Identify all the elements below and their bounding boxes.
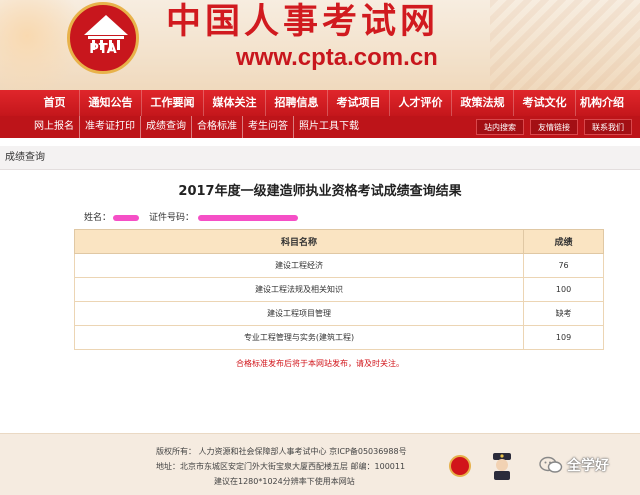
score-cell: 76 [523, 253, 604, 278]
sub-nav-buttons: 站内搜索 友情链接 联系我们 [476, 119, 632, 135]
id-redaction [198, 215, 299, 221]
sub-nav-online-registration[interactable]: 网上报名 [34, 116, 80, 138]
name-redaction [113, 215, 140, 221]
sub-nav-admission-ticket[interactable]: 准考证打印 [80, 116, 141, 138]
name-label: 姓名： [84, 213, 112, 223]
subject-cell: 建设工程法规及相关知识 [73, 277, 525, 302]
wechat-icon [539, 456, 563, 473]
table-header-row: 科目名称 成绩 [73, 229, 604, 254]
header-subject: 科目名称 [73, 229, 525, 254]
subject-cell: 专业工程管理与实务(建筑工程) [73, 325, 525, 350]
table-row: 建设工程项目管理 缺考 [73, 301, 604, 326]
table-row: 专业工程管理与实务(建筑工程) 109 [73, 325, 604, 350]
nav-item-home[interactable]: 首页 [30, 90, 80, 116]
nav-item-policies[interactable]: 政策法规 [452, 90, 514, 116]
subject-cell: 建设工程项目管理 [73, 301, 525, 326]
score-table: 科目名称 成绩 建设工程经济 76 建设工程法规及相关知识 100 建设工程项目… [73, 229, 604, 350]
nav-item-talent-evaluation[interactable]: 人才评价 [390, 90, 452, 116]
main-navigation: 首页 通知公告 工作要闻 媒体关注 招聘信息 考试项目 人才评价 政策法规 考试… [0, 90, 640, 116]
pta-logo[interactable]: PTA [67, 2, 139, 74]
sub-nav-passing-standard[interactable]: 合格标准 [192, 116, 243, 138]
site-title: 中国人事考试网 [166, 1, 440, 42]
footer-address: 地址：北京市东城区安定门外大街宝泉大厦西配楼五层 邮编：100011 [156, 462, 406, 471]
footer-resolution: 建议在1280*1024分辨率下使用本网站 [214, 477, 355, 486]
watermark-text: 全学好 [567, 458, 609, 474]
section-header: 成绩查询 [0, 146, 640, 170]
sub-nav-links: 网上报名 准考证打印 成绩查询 合格标准 考生问答 照片工具下载 [0, 116, 364, 138]
sub-nav-photo-tool[interactable]: 照片工具下载 [294, 116, 364, 138]
site-url[interactable]: www.cpta.com.cn [236, 44, 476, 72]
subject-cell: 建设工程经济 [73, 253, 525, 278]
table-row: 建设工程法规及相关知识 100 [73, 277, 604, 302]
contact-us-button[interactable]: 联系我们 [584, 119, 632, 135]
score-cell: 缺考 [523, 301, 604, 326]
logo-text: PTA [89, 42, 117, 57]
friendly-links-button[interactable]: 友情链接 [530, 119, 578, 135]
emblem-icon[interactable] [449, 455, 471, 477]
nav-item-media[interactable]: 媒体关注 [204, 90, 266, 116]
site-search-button[interactable]: 站内搜索 [476, 119, 524, 135]
header-score: 成绩 [523, 229, 604, 254]
nav-item-notices[interactable]: 通知公告 [80, 90, 142, 116]
section-title: 成绩查询 [5, 152, 45, 163]
score-cell: 109 [523, 325, 604, 350]
nav-item-recruitment[interactable]: 招聘信息 [266, 90, 328, 116]
score-cell: 100 [523, 277, 604, 302]
watermark: 全学好 [539, 455, 609, 475]
footer-copyright: 版权所有： 人力资源和社会保障部人事考试中心 京ICP备05036988号 [156, 447, 407, 456]
sub-nav-faq[interactable]: 考生问答 [243, 116, 294, 138]
nav-item-about[interactable]: 机构介绍 [576, 90, 628, 116]
logo-building-icon [84, 15, 128, 50]
nav-item-exam-culture[interactable]: 考试文化 [514, 90, 576, 116]
person-info: 姓名： 证件号码： [84, 211, 484, 225]
announcement-note: 合格标准发布后将于本网站发布，请及时关注。 [236, 359, 404, 368]
nav-item-news[interactable]: 工作要闻 [142, 90, 204, 116]
result-title: 2017年度一级建造师执业资格考试成绩查询结果 [178, 184, 462, 199]
sub-nav-score-query[interactable]: 成绩查询 [141, 116, 192, 138]
id-label: 证件号码： [149, 213, 195, 223]
sub-navigation: 网上报名 准考证打印 成绩查询 合格标准 考生问答 照片工具下载 站内搜索 友情… [0, 116, 640, 138]
nav-item-exam-projects[interactable]: 考试项目 [328, 90, 390, 116]
police-badge-icon[interactable] [489, 451, 515, 481]
table-row: 建设工程经济 76 [73, 253, 604, 278]
